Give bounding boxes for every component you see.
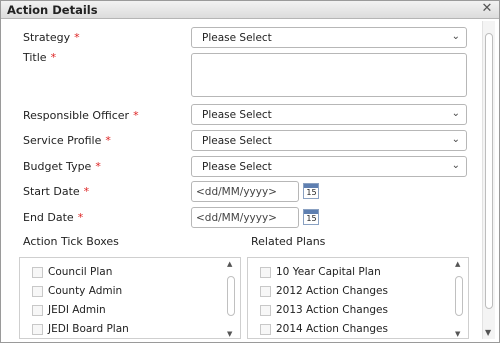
budget-type-label: Budget Type *: [23, 160, 101, 173]
list-item-label: Council Plan: [48, 266, 113, 278]
budget-type-label-text: Budget Type: [23, 160, 92, 173]
chevron-down-icon: ⌄: [451, 108, 460, 119]
responsible-officer-select-value: Please Select: [202, 109, 272, 121]
start-date-label-text: Start Date: [23, 185, 80, 198]
list-item-label: JEDI Board Plan: [48, 323, 129, 335]
required-marker: *: [77, 211, 84, 224]
required-marker: *: [83, 185, 90, 198]
checkbox[interactable]: [32, 286, 43, 297]
chevron-down-icon: ⌄: [451, 31, 460, 42]
list-scrollbar[interactable]: ▲ ▼: [226, 260, 236, 338]
action-tick-boxes-list: Council Plan County Admin JEDI Admin JED…: [19, 257, 241, 339]
required-marker: *: [133, 109, 139, 122]
list-item-label: JEDI Admin: [48, 304, 106, 316]
dialog-titlebar: Action Details ✕: [1, 1, 499, 19]
title-textarea[interactable]: [191, 53, 467, 97]
calendar-icon[interactable]: 15: [303, 209, 319, 225]
required-marker: *: [74, 31, 80, 44]
scrollbar-thumb[interactable]: [485, 33, 493, 309]
service-profile-select-value: Please Select: [202, 135, 272, 147]
responsible-officer-select[interactable]: Please Select ⌄: [191, 104, 467, 125]
budget-type-select-value: Please Select: [202, 161, 272, 173]
dialog-title: Action Details: [7, 3, 98, 17]
service-profile-label-text: Service Profile: [23, 134, 102, 147]
end-date-label: End Date *: [23, 211, 83, 224]
strategy-label: Strategy *: [23, 31, 80, 44]
start-date-label: Start Date *: [23, 185, 89, 198]
scrollbar-thumb[interactable]: [227, 276, 235, 316]
checkbox[interactable]: [260, 305, 271, 316]
title-label: Title *: [23, 51, 56, 64]
checkbox[interactable]: [32, 267, 43, 278]
related-plans-list: 10 Year Capital Plan 2012 Action Changes…: [247, 257, 469, 339]
list-item-label: 2013 Action Changes: [276, 304, 388, 316]
checkbox[interactable]: [260, 324, 271, 335]
dialog-body: Strategy * Please Select ⌄ Title * Respons…: [5, 21, 481, 339]
strategy-select-value: Please Select: [202, 32, 272, 44]
calendar-icon-day: 15: [306, 214, 317, 223]
calendar-icon[interactable]: 15: [303, 183, 319, 199]
required-marker: *: [105, 134, 111, 147]
list-item-label: 10 Year Capital Plan: [276, 266, 381, 278]
checkbox[interactable]: [32, 305, 43, 316]
chevron-up-icon[interactable]: ▲: [455, 260, 460, 268]
strategy-label-text: Strategy: [23, 31, 71, 44]
service-profile-label: Service Profile *: [23, 134, 111, 147]
required-marker: *: [95, 160, 101, 173]
checkbox[interactable]: [32, 324, 43, 335]
chevron-down-icon: ⌄: [451, 160, 460, 171]
close-icon[interactable]: ✕: [480, 2, 494, 16]
related-plans-label: Related Plans: [251, 235, 326, 248]
list-item-label: 2012 Action Changes: [276, 285, 388, 297]
strategy-select[interactable]: Please Select ⌄: [191, 27, 467, 48]
chevron-down-icon[interactable]: ▼: [485, 328, 491, 337]
title-label-text: Title: [23, 51, 47, 64]
action-tick-boxes-label: Action Tick Boxes: [23, 235, 119, 248]
scrollbar-thumb[interactable]: [455, 276, 463, 316]
checkbox[interactable]: [260, 286, 271, 297]
service-profile-select[interactable]: Please Select ⌄: [191, 130, 467, 151]
responsible-officer-label: Responsible Officer *: [23, 109, 139, 122]
budget-type-select[interactable]: Please Select ⌄: [191, 156, 467, 177]
chevron-down-icon: ⌄: [451, 134, 460, 145]
dialog-scrollbar[interactable]: ▼: [482, 21, 495, 339]
action-details-dialog: Action Details ✕ Strategy * Please Select…: [0, 0, 500, 343]
list-scrollbar[interactable]: ▲ ▼: [454, 260, 464, 338]
responsible-officer-label-text: Responsible Officer: [23, 109, 130, 122]
checkbox[interactable]: [260, 267, 271, 278]
chevron-down-icon[interactable]: ▼: [227, 330, 232, 338]
calendar-icon-day: 15: [306, 188, 317, 197]
list-item-label: County Admin: [48, 285, 123, 297]
end-date-label-text: End Date: [23, 211, 74, 224]
chevron-down-icon[interactable]: ▼: [455, 330, 460, 338]
end-date-input[interactable]: <dd/MM/yyyy>: [191, 207, 299, 228]
required-marker: *: [50, 51, 57, 64]
chevron-up-icon[interactable]: ▲: [227, 260, 232, 268]
list-item-label: 2014 Action Changes: [276, 323, 388, 335]
start-date-input[interactable]: <dd/MM/yyyy>: [191, 181, 299, 202]
